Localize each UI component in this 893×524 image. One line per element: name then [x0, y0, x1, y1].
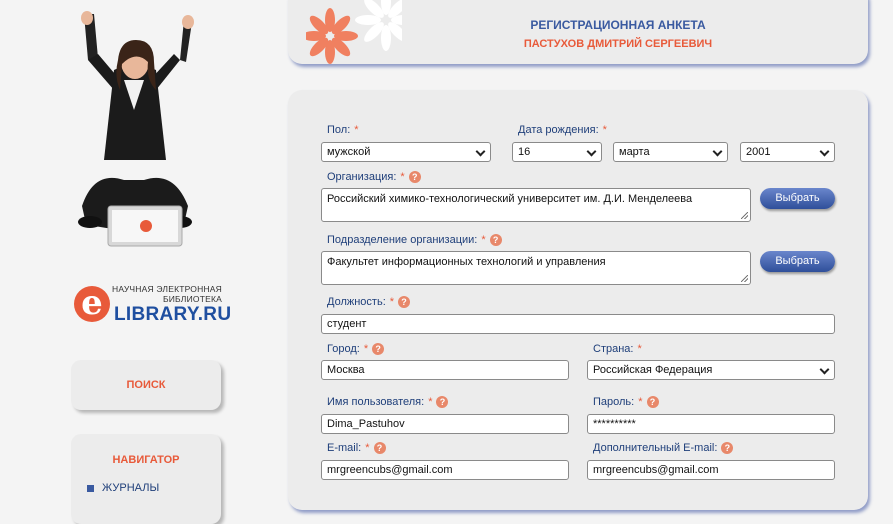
department-field[interactable]: Факультет информационных технологий и уп… [321, 251, 751, 285]
required-mark: * [400, 171, 405, 183]
help-icon[interactable]: ? [372, 343, 385, 355]
position-label: Должность: * ? [327, 296, 411, 308]
help-icon[interactable]: ? [436, 396, 449, 408]
registration-form: Пол: * мужской Дата рождения: * 16 марта 2… [288, 90, 868, 510]
required-mark: * [638, 396, 643, 408]
help-icon[interactable]: ? [398, 296, 411, 308]
email-label: E-mail: * ? [327, 442, 386, 454]
birth-day-select[interactable]: 16 [512, 142, 602, 162]
help-icon[interactable]: ? [408, 171, 421, 183]
required-mark: * [363, 343, 369, 355]
sidebar: e НАУЧНАЯ ЭЛЕКТРОННАЯ БИБЛИОТЕКА LIBRARY… [0, 0, 290, 524]
city-input[interactable]: Москва [321, 360, 569, 380]
logo-letter: e [74, 286, 110, 322]
navigator-title: НАВИГАТОР [112, 454, 180, 466]
help-icon[interactable]: ? [721, 442, 734, 454]
user-full-name: ПАСТУХОВ ДМИТРИЙ СЕРГЕЕВИЧ [523, 38, 713, 50]
country-label: Страна: * [593, 343, 642, 355]
bullet-icon [87, 484, 94, 492]
department-label: Подразделение организации: * ? [327, 234, 502, 246]
position-input[interactable]: студент [321, 314, 835, 334]
search-title[interactable]: ПОИСК [71, 360, 221, 391]
birthdate-label: Дата рождения: * [518, 124, 607, 136]
select-organization-button[interactable]: Выбрать [760, 188, 835, 209]
required-mark: * [481, 234, 486, 246]
gender-label: Пол: * [327, 124, 359, 136]
hero-illustration [78, 11, 194, 247]
nav-item-label: ЖУРНАЛЫ [102, 482, 160, 494]
help-icon[interactable]: ? [646, 396, 659, 408]
help-icon[interactable]: ? [489, 234, 502, 246]
elibrary-logo[interactable]: e НАУЧНАЯ ЭЛЕКТРОННАЯ БИБЛИОТЕКА LIBRARY… [74, 282, 234, 326]
birth-month-select[interactable]: марта [613, 142, 728, 162]
gender-select[interactable]: мужской [321, 142, 491, 162]
required-mark: * [389, 296, 395, 308]
navigator-box: НАВИГАТОР ЖУРНАЛЫ [71, 434, 221, 524]
help-icon[interactable]: ? [373, 442, 386, 454]
nav-item-journals[interactable]: ЖУРНАЛЫ [87, 482, 159, 494]
password-input[interactable]: ********** [587, 414, 835, 434]
flower-icon [306, 0, 402, 64]
registration-header: РЕГИСТРАЦИОННАЯ АНКЕТА ПАСТУХОВ ДМИТРИЙ … [288, 0, 868, 64]
city-label: Город: * ? [327, 343, 385, 355]
search-box[interactable]: ПОИСК [71, 360, 221, 410]
extra-email-label: Дополнительный E-mail: ? [593, 442, 734, 454]
username-label: Имя пользователя: * ? [327, 396, 449, 408]
required-mark: * [428, 396, 433, 408]
logo-tagline: НАУЧНАЯ ЭЛЕКТРОННАЯ БИБЛИОТЕКА [112, 284, 223, 304]
organization-field[interactable]: Российский химико-технологический универ… [321, 188, 751, 222]
logo-brand: LIBRARY.RU [114, 304, 232, 325]
email-input[interactable]: mrgreencubs@gmail.com [321, 460, 569, 480]
required-mark: * [365, 442, 370, 454]
organization-label: Организация: * ? [327, 171, 421, 183]
required-mark: * [602, 124, 607, 136]
birth-year-select[interactable]: 2001 [740, 142, 835, 162]
country-select[interactable]: Российская Федерация [587, 360, 835, 380]
page-title: РЕГИСТРАЦИОННАЯ АНКЕТА [530, 18, 706, 32]
select-department-button[interactable]: Выбрать [760, 251, 835, 272]
required-mark: * [354, 124, 359, 136]
username-input[interactable]: Dima_Pastuhov [321, 414, 569, 434]
password-label: Пароль: * ? [593, 396, 659, 408]
extra-email-input[interactable]: mrgreencubs@gmail.com [587, 460, 835, 480]
required-mark: * [637, 343, 642, 355]
